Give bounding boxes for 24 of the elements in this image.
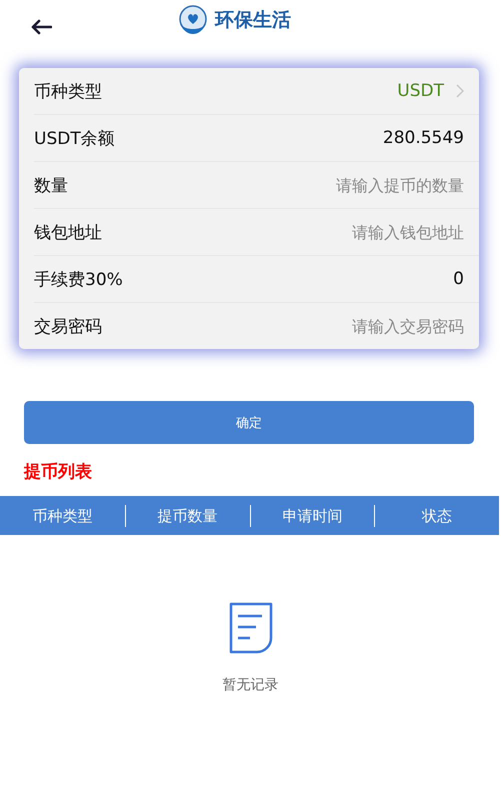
column-header: 币种类型 [31, 506, 94, 526]
input-field[interactable]: 请输入提币的数量 [264, 176, 464, 194]
field-label: 钱包地址 [34, 222, 102, 244]
column-header: 提币数量 [124, 504, 250, 526]
column-header: 状态 [374, 504, 499, 526]
field-label: 手续费30% [34, 268, 123, 290]
section-title: 提币列表 [24, 461, 93, 483]
empty-message: 暂无记录 [222, 676, 278, 694]
confirm-button[interactable]: 确定 [24, 401, 474, 444]
input-field[interactable]: 请输入钱包地址 [264, 222, 464, 242]
field-value: 280.5549 [382, 128, 464, 148]
input-field[interactable]: 请输入交易密码 [264, 316, 464, 336]
back-arrow-icon[interactable] [30, 19, 52, 35]
field-label: USDT余额 [34, 128, 115, 150]
currency-select[interactable]: USDT [397, 81, 464, 101]
app-title: 环保生活 [215, 8, 291, 33]
document-icon [228, 602, 272, 654]
field-label: 数量 [34, 174, 68, 196]
chevron-icon [456, 84, 464, 98]
field-label: 币种类型 [34, 80, 102, 102]
field-value: 0 [453, 269, 464, 289]
field-label: 交易密码 [34, 316, 102, 338]
logo-icon [177, 4, 209, 36]
column-header: 申请时间 [250, 504, 374, 526]
